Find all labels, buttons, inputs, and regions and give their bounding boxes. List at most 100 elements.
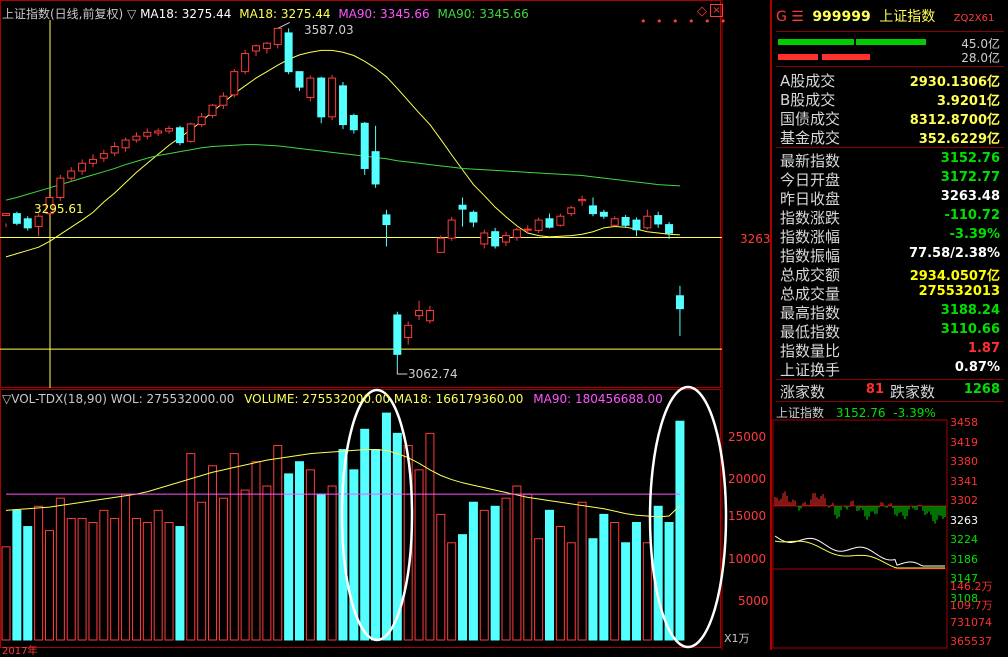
volume-bar: [240, 489, 250, 641]
candle-body: [382, 214, 391, 226]
volume-bar: [458, 534, 468, 641]
candle-body: [306, 77, 315, 98]
kline-chart-svg[interactable]: [0, 0, 770, 650]
volume-unit-label: X1万: [724, 632, 750, 645]
current-price-axis-label: 3263: [740, 232, 771, 246]
volume-bar: [545, 509, 554, 641]
volume-bar: [262, 485, 272, 641]
mini-axis-tick: 3458: [950, 416, 978, 429]
candle-body: [360, 122, 369, 169]
candle-body: [502, 235, 511, 243]
volume-bar: [284, 473, 294, 641]
candle-body: [154, 130, 163, 134]
stat-row: 总成交量 275532013: [778, 283, 1000, 303]
mini-vol-axis-tick: 146.2万: [950, 580, 993, 593]
candle-body: [338, 85, 347, 126]
mini-vol-axis-tick: 731074: [950, 616, 992, 629]
mini-axis-tick: 3380: [950, 455, 978, 468]
menu-icon[interactable]: G ☰: [776, 9, 804, 25]
row-label: B股成交: [780, 91, 836, 109]
candle-body: [404, 324, 413, 339]
row-label: A股成交: [780, 72, 836, 90]
candle-body: [121, 139, 130, 149]
candle-body: [197, 116, 206, 126]
candle-body: [317, 77, 326, 118]
volume-bar: [131, 517, 141, 641]
vol-axis-25000: 25000: [728, 430, 767, 444]
candle-body: [665, 224, 674, 234]
volume-bar: [534, 538, 544, 641]
candle-body: [480, 232, 489, 245]
candle-body: [654, 215, 663, 225]
volume-bar: [251, 461, 261, 641]
volume-bar: [110, 517, 120, 641]
diamond-icon[interactable]: ◇: [697, 4, 707, 19]
mini-axis-tick: 3419: [950, 435, 978, 449]
stat-label: 指数涨跌: [780, 209, 841, 227]
candle-body: [621, 217, 630, 226]
candle-body: [371, 151, 380, 185]
stat-row: 指数量比 1.87: [778, 340, 1000, 360]
down-count-label: 跌家数: [890, 383, 936, 401]
volume-bar: [55, 497, 65, 641]
candle-body: [512, 229, 521, 239]
volume-bar: [501, 497, 511, 641]
stat-row: 今日开盘 3172.77: [778, 169, 1000, 189]
stat-value: 3152.76: [940, 151, 1000, 166]
volume-bar: [512, 485, 522, 641]
candle-body: [610, 218, 619, 226]
down-count-value: 1268: [963, 382, 1000, 397]
candle-body: [2, 213, 10, 217]
quote-tag[interactable]: ZQ2X61: [954, 13, 995, 24]
volume-bar: [218, 497, 228, 641]
volume-bar: [566, 542, 576, 641]
candle-body: [556, 215, 565, 226]
candle-body: [67, 170, 76, 179]
candle-body: [328, 77, 337, 118]
low-marker: [396, 367, 408, 375]
close-icon[interactable]: ×: [710, 4, 723, 17]
candle-body: [545, 218, 554, 228]
stat-value: 275532013: [918, 284, 1000, 299]
index-code: 999999: [812, 9, 871, 25]
mini-frame: [772, 419, 948, 649]
volume-indicator-label[interactable]: ▽VOL-TDX(18,90) WOL: 275532000.00: [2, 392, 234, 406]
volume-bar: [631, 522, 641, 641]
stat-value: 1.87: [967, 341, 1000, 356]
volume-bar: [88, 522, 98, 641]
volume-bar: [610, 522, 620, 641]
buy-bar-2: [856, 39, 926, 45]
candle-body: [523, 228, 532, 231]
stat-label: 总成交额: [780, 266, 841, 284]
candle-body: [273, 27, 282, 46]
candle-body: [469, 211, 478, 223]
vol-axis-5000: 5000: [738, 594, 769, 608]
row-value: 352.6229亿: [918, 132, 1000, 147]
candle-body: [284, 32, 293, 73]
ma90-label: MA90: 3345.66: [338, 7, 430, 21]
stat-value: 3188.24: [940, 303, 1000, 318]
candle-body: [219, 95, 228, 106]
candle-body: [34, 215, 43, 228]
volume-bar: [414, 469, 424, 641]
ma-toggle-marker[interactable]: ▽: [127, 7, 136, 21]
volume-bar: [1, 546, 11, 641]
volume-bar: [142, 522, 152, 641]
volume-bar: [381, 412, 391, 641]
volume-bar: [294, 461, 304, 641]
stat-row: 指数涨幅 -3.39%: [778, 226, 1000, 246]
kline-chart-area[interactable]: 上证指数(日线,前复权) ▽ MA18: 3275.44 MA18: 3275.…: [0, 0, 771, 657]
up-count-label: 涨家数: [780, 383, 826, 401]
stat-label: 昨日收盘: [780, 190, 841, 208]
volume-bar: [577, 501, 587, 641]
candle-body: [578, 198, 587, 202]
candle-body: [110, 146, 119, 154]
volume-ma90: MA90: 180456688.00: [533, 392, 663, 406]
candle-body: [241, 53, 250, 73]
sell-bar-1: [778, 54, 818, 60]
stat-label: 今日开盘: [780, 171, 841, 189]
stat-row: 最高指数 3188.24: [778, 302, 1000, 322]
volume-bar: [371, 449, 381, 641]
stat-label: 最高指数: [780, 304, 841, 322]
candle-body: [208, 104, 217, 117]
